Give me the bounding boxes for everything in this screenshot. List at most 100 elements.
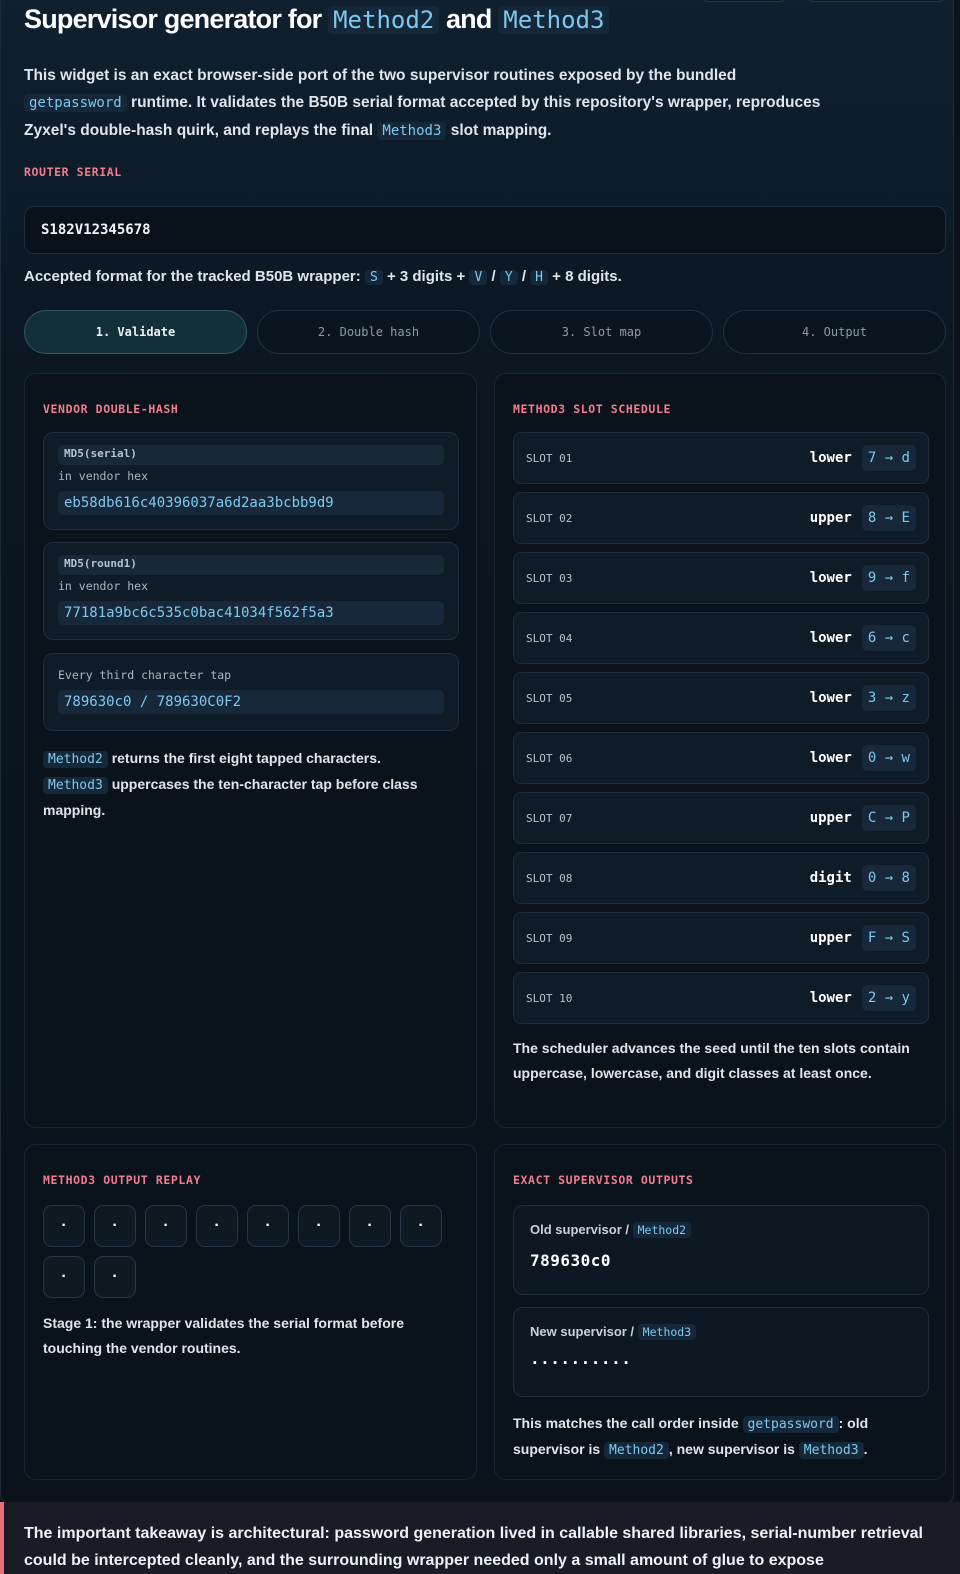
old-supervisor-label: Old supervisor / Method2: [530, 1222, 912, 1238]
intro-code-method3: Method3: [377, 122, 447, 140]
slot-panel-note: The scheduler advances the seed until th…: [513, 1040, 910, 1081]
output-char-cell: ·: [94, 1205, 136, 1247]
new-supervisor-value[interactable]: ··········: [530, 1353, 912, 1372]
slot-row: SLOT 09 upper F → S: [513, 912, 929, 964]
slot-class: lower: [809, 990, 852, 1006]
new-supervisor-text: New supervisor /: [530, 1324, 635, 1339]
title-and: and: [445, 4, 492, 34]
hash-panel-note: Method2 returns the first eight tapped c…: [43, 746, 459, 823]
hash-tap-card: Every third character tap 789630c0 / 789…: [43, 653, 459, 731]
slot-name: SLOT 07: [526, 811, 573, 825]
new-supervisor-card: New supervisor / Method3 ··········: [513, 1307, 929, 1397]
hash-tap-sub: Every third character tap: [58, 668, 232, 682]
slot-row: SLOT 10 lower 2 → y: [513, 972, 929, 1024]
intro-paragraph: This widget is an exact browser-side por…: [24, 62, 824, 145]
serial-input[interactable]: S182V12345678: [24, 206, 946, 254]
top-control-a[interactable]: [700, 0, 788, 2]
format-slash: /: [491, 268, 496, 285]
replay-panel-note: Stage 1: the wrapper validates the seria…: [43, 1315, 405, 1356]
slot-class: digit: [809, 870, 852, 886]
note-method2: Method2: [43, 751, 108, 768]
slot-name: SLOT 04: [526, 631, 573, 645]
title-method3: Method3: [498, 6, 610, 34]
slot-row: SLOT 01 lower 7 → d: [513, 432, 929, 484]
format-h: H: [530, 270, 548, 285]
outputs-note-getpassword: getpassword: [742, 1416, 839, 1433]
hash-round1-value: 77181a9bc6c535c0bac41034f562f5a3: [58, 601, 444, 625]
tab-output[interactable]: 4. Output: [723, 310, 946, 354]
hash-round1-card: MD5(round1) in vendor hex 77181a9bc6c535…: [43, 542, 459, 640]
intro-text-1: This widget is an exact browser-side por…: [24, 67, 737, 84]
slot-class: upper: [809, 810, 852, 826]
title-prefix: Supervisor generator for: [24, 4, 322, 34]
slot-class: lower: [809, 630, 852, 646]
hash-round1-tag: MD5(round1): [58, 555, 444, 575]
slot-panel-title: METHOD3 SLOT SCHEDULE: [513, 402, 671, 416]
outputs-panel: EXACT SUPERVISOR OUTPUTS Old supervisor …: [494, 1144, 946, 1480]
slot-class: upper: [809, 510, 852, 526]
slot-mapping: C → P: [861, 805, 916, 831]
slot-mapping: 3 → z: [861, 685, 916, 711]
intro-code-getpassword: getpassword: [24, 94, 127, 112]
slot-mapping: 7 → d: [861, 445, 916, 471]
output-char-cell: ·: [43, 1205, 85, 1247]
hash-panel-title: VENDOR DOUBLE-HASH: [43, 402, 179, 416]
output-char-cell: ·: [196, 1205, 238, 1247]
tab-double-hash[interactable]: 2. Double hash: [257, 310, 480, 354]
outputs-note-t1: This matches the call order inside: [513, 1415, 739, 1431]
old-supervisor-value[interactable]: 789630c0: [530, 1251, 912, 1270]
page-title: Supervisor generator for Method2 and Met…: [24, 4, 610, 35]
output-char-cell: ·: [247, 1205, 289, 1247]
title-method2: Method2: [328, 6, 440, 34]
old-supervisor-text: Old supervisor /: [530, 1222, 629, 1237]
slot-name: SLOT 01: [526, 451, 573, 465]
slot-mapping: 8 → E: [861, 505, 916, 531]
note-text-1: returns the first eight tapped character…: [111, 750, 381, 766]
takeaway-callout: The important takeaway is architectural:…: [0, 1502, 960, 1574]
output-char-cell: ·: [94, 1256, 136, 1298]
replay-panel-title: METHOD3 OUTPUT REPLAY: [43, 1173, 201, 1187]
slot-row: SLOT 06 lower 0 → w: [513, 732, 929, 784]
outputs-note-method2: Method2: [604, 1442, 669, 1459]
slot-name: SLOT 10: [526, 991, 573, 1005]
slot-row: SLOT 04 lower 6 → c: [513, 612, 929, 664]
new-supervisor-label: New supervisor / Method3: [530, 1324, 912, 1340]
slot-name: SLOT 09: [526, 931, 573, 945]
slot-row: SLOT 08 digit 0 → 8: [513, 852, 929, 904]
format-v: V: [469, 270, 488, 285]
slot-name: SLOT 03: [526, 571, 573, 585]
slot-name: SLOT 08: [526, 871, 573, 885]
replay-panel: METHOD3 OUTPUT REPLAY · · · · · · · · · · Stage 1…: [24, 1144, 477, 1480]
hash-round0-sub: in vendor hex: [58, 469, 149, 483]
old-supervisor-code: Method2: [632, 1222, 692, 1238]
format-hint: Accepted format for the tracked B50B wra…: [24, 268, 622, 285]
slot-panel: METHOD3 SLOT SCHEDULE SLOT 01 lower 7 → dS…: [494, 373, 946, 1128]
slot-class: lower: [809, 750, 852, 766]
output-char-cell: ·: [145, 1205, 187, 1247]
hash-round0-card: MD5(serial) in vendor hex eb58db616c4039…: [43, 432, 459, 530]
hash-panel: VENDOR DOUBLE-HASH MD5(serial) in vendor…: [24, 373, 477, 1128]
tab-validate[interactable]: 1. Validate: [24, 310, 247, 354]
tab-slot-map[interactable]: 3. Slot map: [490, 310, 713, 354]
output-char-cell: ·: [400, 1205, 442, 1247]
hash-tap-value: 789630c0 / 789630C0F2: [58, 690, 444, 714]
slot-mapping: 0 → 8: [861, 865, 916, 891]
new-supervisor-code: Method3: [637, 1324, 697, 1340]
outputs-panel-title: EXACT SUPERVISOR OUTPUTS: [513, 1173, 694, 1187]
slot-class: lower: [809, 690, 852, 706]
slot-name: SLOT 05: [526, 691, 573, 705]
slot-row: SLOT 07 upper C → P: [513, 792, 929, 844]
slot-mapping: 6 → c: [861, 625, 916, 651]
note-method3: Method3: [43, 777, 108, 794]
hash-round0-tag: MD5(serial): [58, 445, 444, 465]
top-control-b[interactable]: [806, 0, 946, 2]
format-suffix: + 8 digits.: [552, 268, 622, 285]
slot-row: SLOT 05 lower 3 → z: [513, 672, 929, 724]
slot-row: SLOT 03 lower 9 → f: [513, 552, 929, 604]
slot-mapping: 9 → f: [861, 565, 916, 591]
format-slash: /: [521, 268, 526, 285]
slot-mapping: 2 → y: [861, 985, 916, 1011]
slot-class: lower: [809, 450, 852, 466]
slot-class: lower: [809, 570, 852, 586]
old-supervisor-card: Old supervisor / Method2 789630c0: [513, 1205, 929, 1295]
